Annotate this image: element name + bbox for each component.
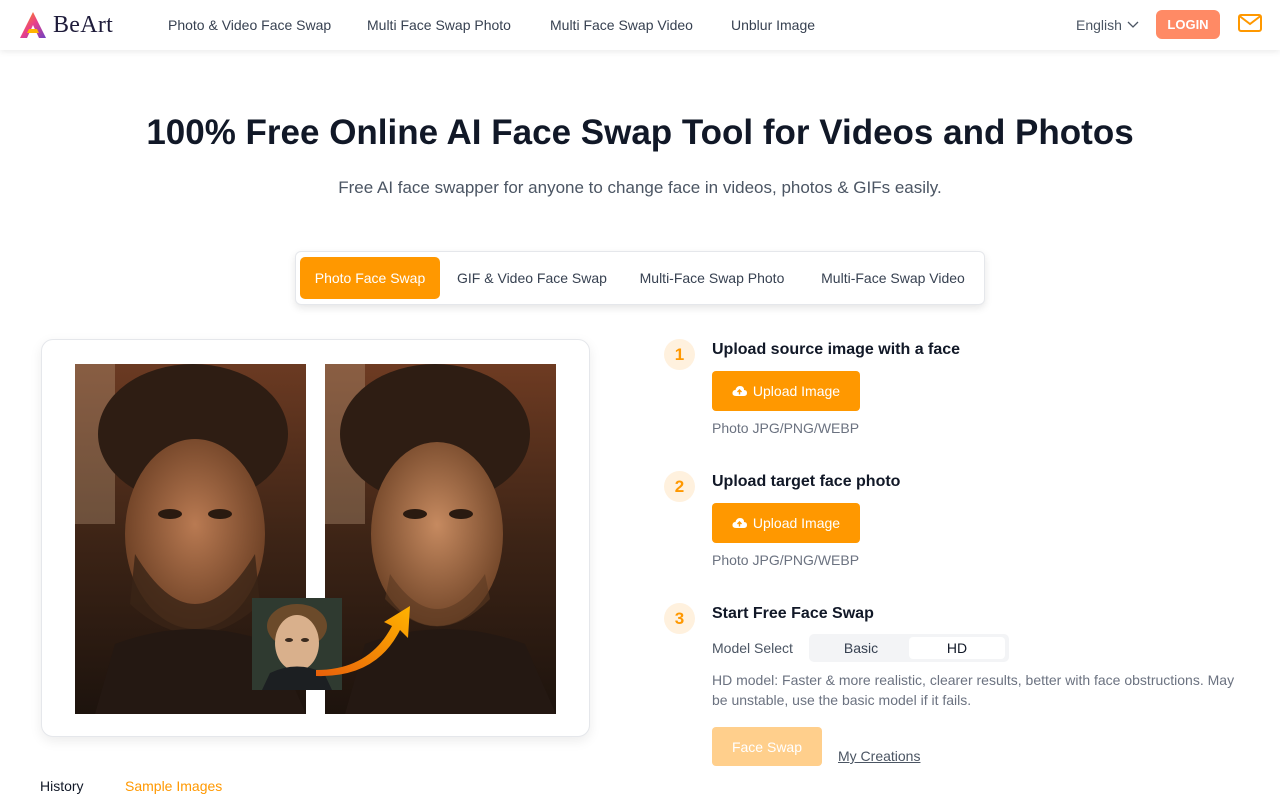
upload-source-image-label: Upload Image: [752, 383, 841, 399]
model-option-basic[interactable]: Basic: [813, 637, 909, 659]
cloud-upload-icon: [732, 386, 747, 396]
beart-logo-icon: [20, 12, 46, 38]
upload-target-face-button[interactable]: Upload Image: [712, 503, 860, 543]
brand-logo[interactable]: BeArt: [18, 10, 113, 40]
tab-photo-face-swap[interactable]: Photo Face Swap: [300, 257, 440, 299]
chevron-down-icon: [1127, 21, 1139, 28]
cloud-upload-icon: [732, 518, 747, 528]
step-3-number: 3: [664, 603, 695, 634]
tab-multi-face-swap-photo[interactable]: Multi-Face Swap Photo: [626, 257, 798, 299]
nav-photo-video-face-swap[interactable]: Photo & Video Face Swap: [168, 17, 331, 33]
nav-multi-face-swap-photo[interactable]: Multi Face Swap Photo: [367, 17, 511, 33]
step-2-title: Upload target face photo: [712, 473, 901, 490]
step-1-title: Upload source image with a face: [712, 341, 961, 358]
tab-sample-images[interactable]: Sample Images: [125, 778, 222, 794]
step-2-number: 2: [664, 471, 695, 502]
language-selector[interactable]: English: [1076, 17, 1139, 33]
login-button[interactable]: LOGIN: [1156, 10, 1220, 39]
brand-name: BeArt: [53, 11, 114, 38]
page-subtitle: Free AI face swapper for anyone to chang…: [338, 178, 942, 197]
model-select-toggle: Basic HD: [809, 634, 1009, 662]
swap-arrow-icon: [316, 606, 410, 677]
upload-target-face-label: Upload Image: [752, 515, 841, 531]
upload-source-image-button[interactable]: Upload Image: [712, 371, 860, 411]
mail-icon[interactable]: [1238, 14, 1262, 32]
model-select-label: Model Select: [712, 640, 793, 656]
nav-unblur-image[interactable]: Unblur Image: [731, 17, 815, 33]
example-preview-card: [41, 339, 590, 737]
page-title: 100% Free Online AI Face Swap Tool for V…: [146, 113, 1134, 152]
face-swap-button[interactable]: Face Swap: [712, 727, 822, 766]
tab-history[interactable]: History: [40, 778, 84, 794]
model-description: HD model: Faster & more realistic, clear…: [712, 672, 1235, 708]
language-label: English: [1076, 17, 1122, 33]
nav-multi-face-swap-video[interactable]: Multi Face Swap Video: [550, 17, 693, 33]
tab-multi-face-swap-video[interactable]: Multi-Face Swap Video: [806, 257, 980, 299]
step-1-number: 1: [664, 339, 695, 370]
step-1-format-hint: Photo JPG/PNG/WEBP: [712, 420, 860, 436]
top-navigation-bar: BeArt Photo & Video Face Swap Multi Face…: [0, 0, 1280, 50]
model-option-hd[interactable]: HD: [909, 637, 1005, 659]
tool-tabs: Photo Face Swap GIF & Video Face Swap Mu…: [295, 251, 985, 305]
step-3-title: Start Free Face Swap: [712, 605, 874, 622]
tab-gif-video-face-swap[interactable]: GIF & Video Face Swap: [446, 257, 618, 299]
step-2-format-hint: Photo JPG/PNG/WEBP: [712, 552, 860, 568]
my-creations-link[interactable]: My Creations: [838, 748, 920, 764]
